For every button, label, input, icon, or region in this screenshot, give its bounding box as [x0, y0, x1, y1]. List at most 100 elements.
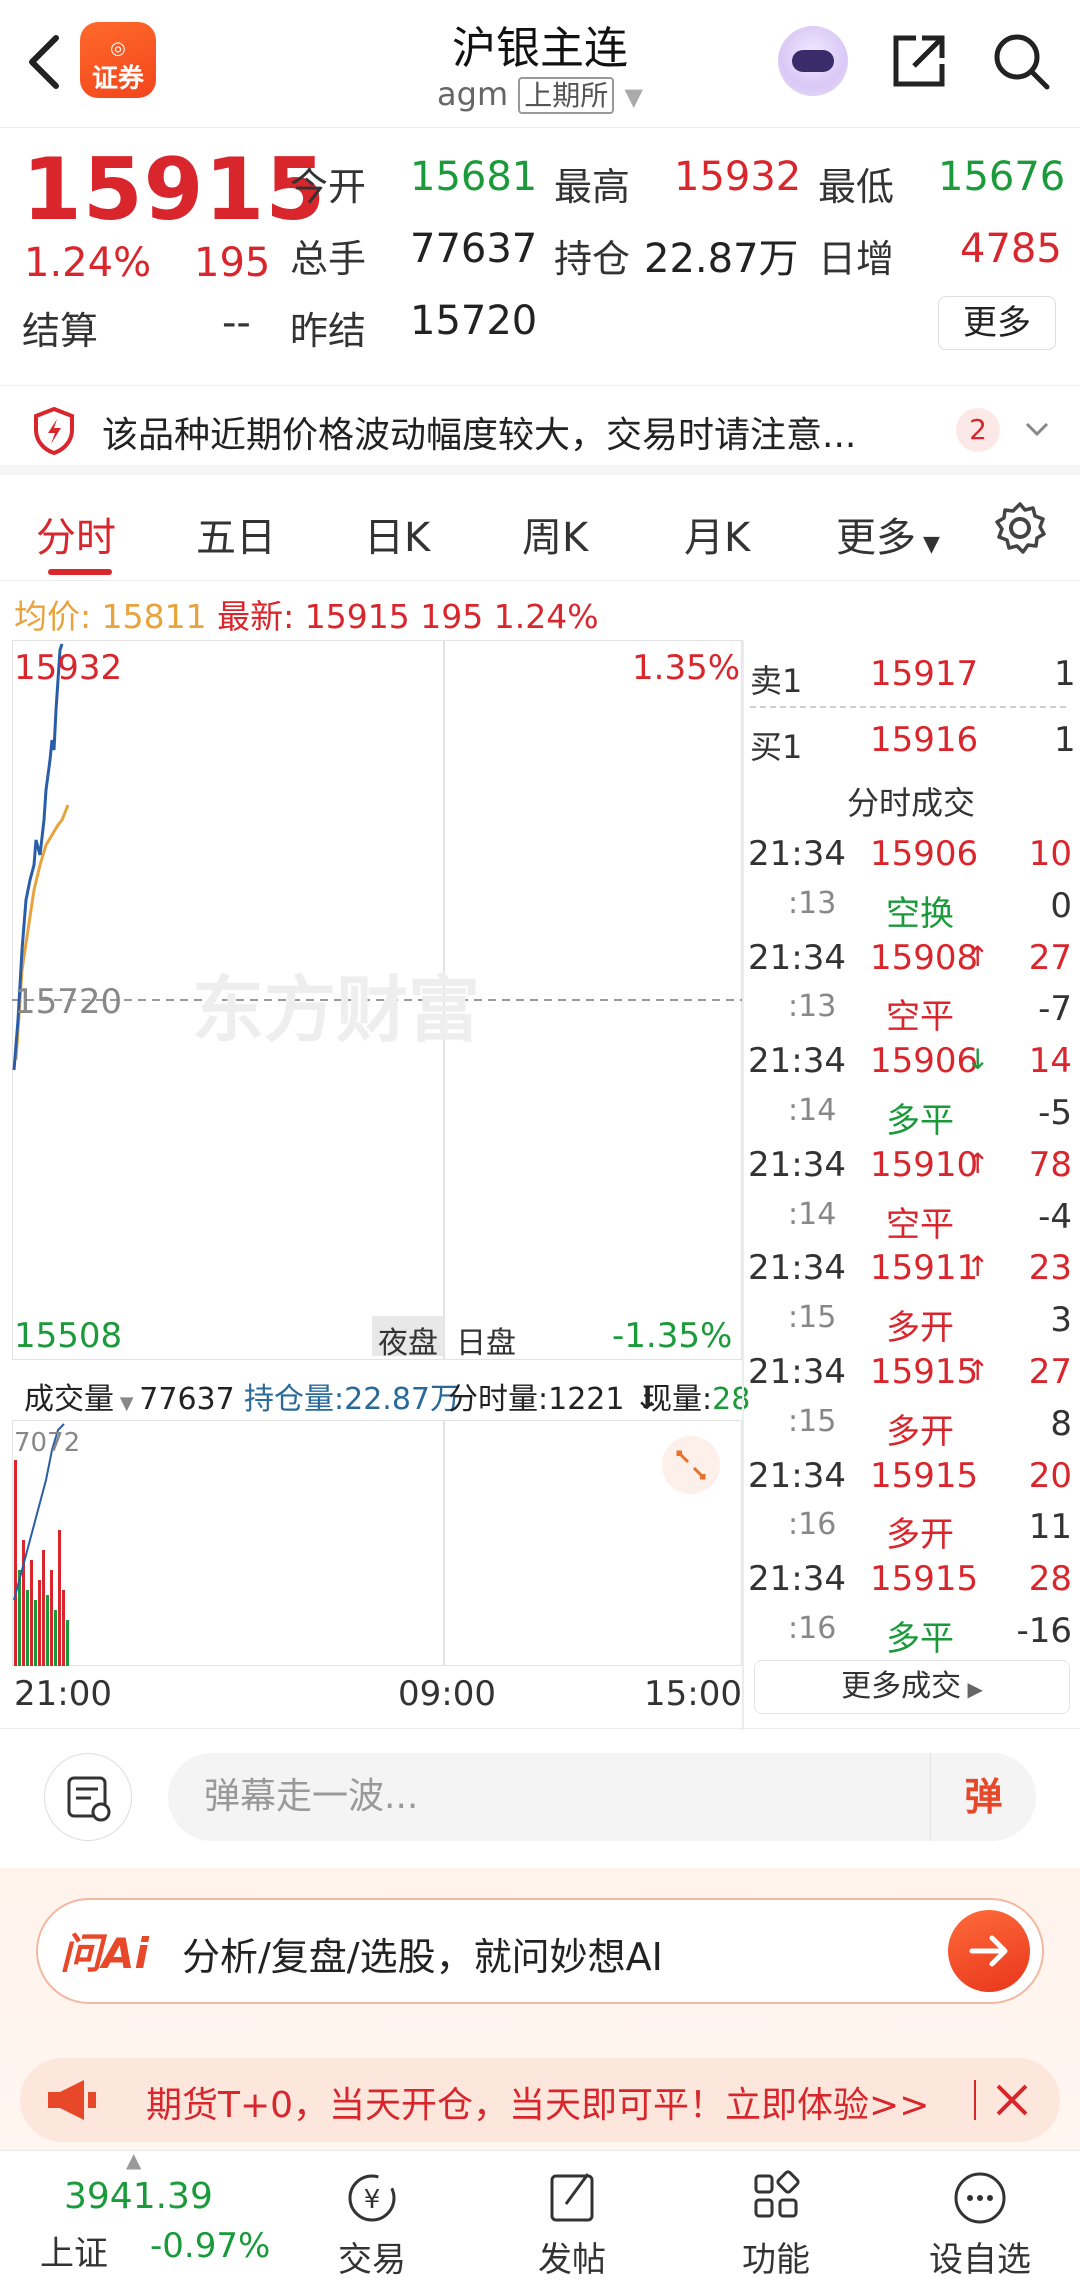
latest-price-label: 最新: [217, 597, 295, 636]
chart-bottom-price: 15508 [14, 1316, 123, 1356]
tab-five-day[interactable]: 五日 [196, 505, 276, 563]
settle-value: -- [222, 300, 251, 346]
nav-trade[interactable]: ¥ 交易 [312, 2168, 432, 2281]
last-price: 15915 [22, 140, 327, 240]
exchange-badge: 上期所 [518, 77, 615, 114]
tab-more[interactable]: 更多 ▼ [836, 505, 940, 563]
trade-volume: 27 [1028, 938, 1072, 978]
trade-time: 21:34 [748, 1456, 846, 1496]
trade-volume: -4 [1038, 1197, 1072, 1237]
share-icon[interactable] [888, 30, 950, 92]
trade-volume: 23 [1028, 1248, 1072, 1288]
prev-settle-label: 昨结 [290, 309, 367, 353]
trade-price: 15915 [870, 1352, 979, 1392]
high-value: 15932 [674, 154, 802, 200]
trade-direction-arrow: ↑ [966, 940, 990, 973]
trade-price: 15908 [870, 938, 979, 978]
nav-functions[interactable]: 功能 [716, 2168, 836, 2281]
index-name[interactable]: 上证 [40, 2226, 108, 2275]
danmu-input[interactable]: 弹幕走一波... [168, 1753, 1036, 1841]
tab-monthly-k[interactable]: 月K [684, 505, 750, 563]
volume-value: 77637 [410, 226, 538, 272]
trade-price: 多平 [886, 1101, 954, 1141]
open-interest-indicator: 持仓量:22.87万 [244, 1382, 460, 1417]
tab-intraday[interactable]: 分时 [36, 505, 116, 563]
caret-up-icon: ▲ [126, 2148, 142, 2172]
trade-price: 15915 [870, 1559, 979, 1599]
expand-chart-button[interactable] [662, 1436, 720, 1494]
trade-time: :13 [788, 886, 837, 921]
bid-label: 买1 [750, 728, 803, 766]
trade-volume: -7 [1038, 989, 1072, 1029]
trade-time: :15 [788, 1300, 837, 1335]
open-label: 今开 [290, 165, 367, 209]
send-danmu-button[interactable]: 弹 [930, 1753, 1036, 1841]
low-value: 15676 [938, 154, 1066, 200]
trade-time: :16 [788, 1611, 837, 1646]
trade-price: 空平 [886, 1205, 954, 1245]
daily-increase-label: 日增 [818, 237, 895, 281]
tab-daily-k[interactable]: 日K [364, 505, 430, 563]
trade-time: 21:34 [748, 1352, 846, 1392]
promo-divider [974, 2080, 976, 2120]
logo-text: 证券 [91, 64, 144, 94]
day-session-label[interactable]: 日盘 [456, 1318, 516, 1362]
trade-volume: 8 [1050, 1404, 1072, 1444]
chevron-down-icon[interactable] [1022, 414, 1052, 444]
trade-yen-icon: ¥ [348, 2174, 396, 2222]
chart-top-price: 15932 [14, 648, 123, 688]
trade-direction-arrow: ↑ [966, 1250, 990, 1283]
trade-price: 多平 [886, 1619, 954, 1659]
danmu-settings-button[interactable] [44, 1753, 132, 1841]
trade-time: :14 [788, 1197, 837, 1232]
index-value[interactable]: 3941.39 [64, 2176, 213, 2217]
open-value: 15681 [410, 154, 538, 200]
trade-volume: 10 [1028, 834, 1072, 874]
app-logo[interactable]: ◎ 证券 [80, 22, 156, 98]
trade-price: 15910 [870, 1145, 979, 1185]
trade-volume: 0 [1050, 886, 1072, 926]
assistant-robot-icon[interactable] [778, 26, 848, 96]
chart-mid-price: 15720 [14, 982, 123, 1022]
volume-selector[interactable]: 成交量 ▼ 77637 [24, 1374, 235, 1418]
search-icon[interactable] [990, 30, 1052, 92]
tick-volume-indicator: 分时量:1221 ↓ [448, 1382, 660, 1417]
change-percent: 1.24% [24, 240, 152, 286]
settle-label: 结算 [22, 309, 99, 353]
gear-icon[interactable] [992, 500, 1048, 556]
volume-label: 成交量 [24, 1382, 114, 1417]
latest-price-value: 15915 [304, 597, 410, 636]
shield-alert-icon [34, 406, 74, 456]
more-trades-button[interactable]: 更多成交 ▶ [754, 1660, 1070, 1714]
trade-volume: 14 [1028, 1041, 1072, 1081]
volume-max-label: 7072 [14, 1428, 81, 1458]
page-title: 沪银主连 [452, 23, 628, 74]
trade-time: 21:34 [748, 834, 846, 874]
trade-time: 21:34 [748, 1145, 846, 1185]
volume-chart[interactable] [12, 1420, 742, 1666]
ai-go-button[interactable] [948, 1910, 1030, 1992]
chart-watermark: 东方财富 [192, 967, 480, 1052]
trade-price: 空平 [886, 997, 954, 1037]
ask-price: 15917 [870, 654, 979, 694]
tab-weekly-k[interactable]: 周K [522, 505, 588, 563]
nav-post[interactable]: 发帖 [512, 2168, 632, 2281]
price-info-line: 均价: 15811 最新: 15915 195 1.24% [14, 590, 599, 638]
risk-warning-bar[interactable]: 该品种近期价格波动幅度较大，交易时请注意... 2 [0, 385, 1080, 475]
contract-subtitle[interactable]: agm 上期所 ▼ [340, 74, 740, 114]
more-quote-button[interactable]: 更多 [938, 296, 1056, 350]
index-change[interactable]: -0.97% [150, 2226, 270, 2266]
avg-price-value: 15811 [101, 597, 207, 636]
contract-code: agm [437, 75, 509, 113]
trade-time: 21:34 [748, 1559, 846, 1599]
latest-change-value: 195 [420, 597, 484, 636]
night-session-label[interactable]: 夜盘 [378, 1318, 438, 1362]
close-icon[interactable] [992, 2080, 1032, 2120]
back-arrow-icon[interactable] [22, 30, 66, 94]
trade-direction-arrow: ↑ [966, 1354, 990, 1387]
nav-add-watchlist[interactable]: 设自选 [920, 2168, 1040, 2281]
trade-volume: -16 [1016, 1611, 1072, 1651]
trade-price: 15906 [870, 1041, 979, 1081]
trades-title: 分时成交 [846, 784, 975, 822]
trade-volume: 27 [1028, 1352, 1072, 1392]
